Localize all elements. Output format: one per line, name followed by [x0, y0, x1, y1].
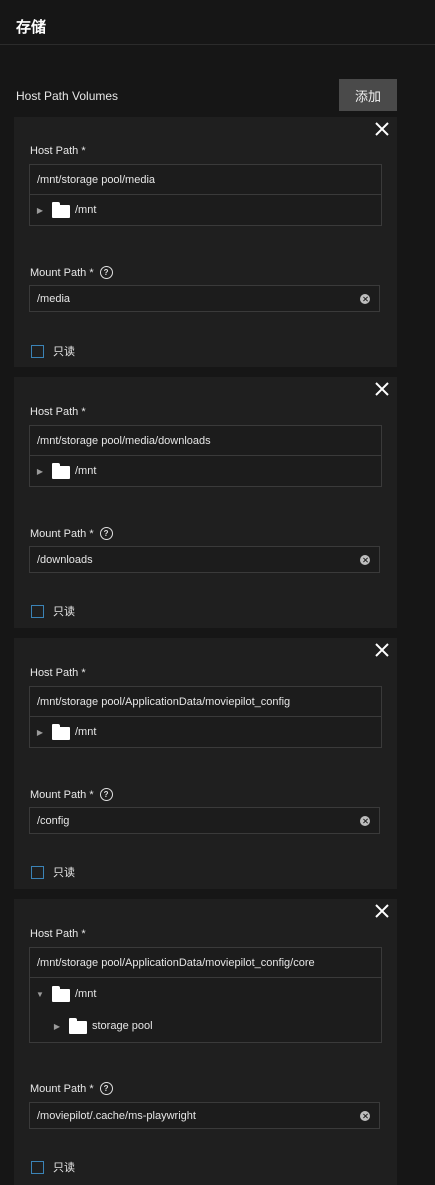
folder-icon: [52, 985, 70, 1002]
volume-card: Host Path * /mnt/storage pool/Applicatio…: [14, 638, 397, 889]
tree-node-label: storage pool: [92, 1020, 153, 1032]
mount-path-input[interactable]: /downloads: [29, 546, 380, 573]
mount-path-value: /downloads: [37, 553, 93, 566]
mount-path-input[interactable]: /config: [29, 807, 380, 834]
mount-path-value: /config: [37, 814, 70, 827]
host-path-label: Host Path *: [30, 145, 86, 157]
tree-node-label: /mnt: [75, 726, 97, 738]
host-path-input[interactable]: /mnt/storage pool/media/downloads: [30, 426, 381, 456]
add-volume-button[interactable]: 添加: [339, 79, 397, 111]
tree-node-label: /mnt: [75, 204, 97, 216]
mount-path-label-text: Mount Path *: [30, 527, 94, 540]
folder-icon: [52, 462, 70, 479]
readonly-option: 只读: [31, 603, 75, 619]
readonly-label: 只读: [53, 866, 75, 879]
volume-card: Host Path * /mnt/storage pool/media/down…: [14, 377, 397, 628]
readonly-option: 只读: [31, 864, 75, 880]
tree-node-label: /mnt: [75, 988, 97, 1000]
host-path-label-text: Host Path *: [30, 406, 86, 418]
mount-path-label: Mount Path * ?: [30, 527, 113, 540]
mount-path-label-text: Mount Path *: [30, 1082, 94, 1095]
host-path-input[interactable]: /mnt/storage pool/ApplicationData/moviep…: [30, 948, 381, 978]
mount-path-input[interactable]: /moviepilot/.cache/ms-playwright: [29, 1102, 380, 1129]
expand-arrow-icon[interactable]: ▶: [36, 728, 44, 737]
close-icon[interactable]: [374, 121, 390, 137]
help-icon[interactable]: ?: [99, 527, 113, 540]
close-icon[interactable]: [374, 381, 390, 397]
host-path-explorer: /mnt/storage pool/ApplicationData/moviep…: [29, 686, 382, 748]
mount-path-label: Mount Path * ?: [30, 266, 113, 279]
mount-path-label: Mount Path * ?: [30, 1082, 113, 1095]
close-icon[interactable]: [374, 903, 390, 919]
readonly-checkbox[interactable]: [31, 865, 44, 879]
readonly-label: 只读: [53, 1161, 75, 1174]
clear-icon[interactable]: [360, 294, 370, 304]
folder-icon: [69, 1017, 87, 1034]
host-path-input[interactable]: /mnt/storage pool/media: [30, 165, 381, 195]
readonly-label: 只读: [53, 605, 75, 618]
readonly-label: 只读: [53, 345, 75, 358]
readonly-option: 只读: [31, 1159, 75, 1175]
tree-node-mnt[interactable]: ▶ /mnt: [30, 456, 381, 486]
host-path-label: Host Path *: [30, 928, 86, 940]
readonly-checkbox[interactable]: [31, 604, 44, 618]
folder-icon: [52, 723, 70, 740]
host-path-volumes-label: Host Path Volumes: [16, 89, 119, 103]
help-icon[interactable]: ?: [99, 1082, 113, 1095]
section-title: 存储: [16, 19, 47, 36]
host-path-label-text: Host Path *: [30, 667, 86, 679]
help-icon[interactable]: ?: [99, 266, 113, 279]
readonly-checkbox[interactable]: [31, 1160, 44, 1174]
expand-arrow-icon[interactable]: ▶: [53, 1022, 61, 1031]
tree-node-mnt[interactable]: ▼ /mnt: [30, 978, 381, 1010]
folder-icon: [52, 201, 70, 218]
expand-arrow-icon[interactable]: ▶: [36, 467, 44, 476]
volume-card: Host Path * /mnt/storage pool/media ▶ /m…: [14, 117, 397, 367]
mount-path-label-text: Mount Path *: [30, 266, 94, 279]
host-path-label: Host Path *: [30, 667, 86, 679]
host-path-input[interactable]: /mnt/storage pool/ApplicationData/moviep…: [30, 687, 381, 717]
volume-card: Host Path * /mnt/storage pool/Applicatio…: [14, 899, 397, 1185]
readonly-option: 只读: [31, 343, 75, 359]
mount-path-label-text: Mount Path *: [30, 788, 94, 801]
host-path-label: Host Path *: [30, 406, 86, 418]
collapse-arrow-icon[interactable]: ▼: [36, 990, 44, 999]
close-icon[interactable]: [374, 642, 390, 658]
readonly-checkbox[interactable]: [31, 344, 44, 358]
host-path-explorer: /mnt/storage pool/ApplicationData/moviep…: [29, 947, 382, 1043]
mount-path-label: Mount Path * ?: [30, 788, 113, 801]
tree-node-mnt[interactable]: ▶ /mnt: [30, 717, 381, 747]
clear-icon[interactable]: [360, 1111, 370, 1121]
tree-node-mnt[interactable]: ▶ /mnt: [30, 195, 381, 225]
host-path-label-text: Host Path *: [30, 928, 86, 940]
mount-path-value: /media: [37, 292, 71, 305]
mount-path-value: /moviepilot/.cache/ms-playwright: [37, 1109, 196, 1122]
clear-icon[interactable]: [360, 816, 370, 826]
host-path-explorer: /mnt/storage pool/media/downloads ▶ /mnt: [29, 425, 382, 487]
tree-node-storage-pool[interactable]: ▶ storage pool: [30, 1010, 381, 1042]
host-path-explorer: /mnt/storage pool/media ▶ /mnt: [29, 164, 382, 226]
help-icon[interactable]: ?: [99, 788, 113, 801]
tree-node-label: /mnt: [75, 465, 97, 477]
host-path-label-text: Host Path *: [30, 145, 86, 157]
title-divider: [0, 44, 435, 45]
clear-icon[interactable]: [360, 555, 370, 565]
expand-arrow-icon[interactable]: ▶: [36, 206, 44, 215]
mount-path-input[interactable]: /media: [29, 285, 380, 312]
